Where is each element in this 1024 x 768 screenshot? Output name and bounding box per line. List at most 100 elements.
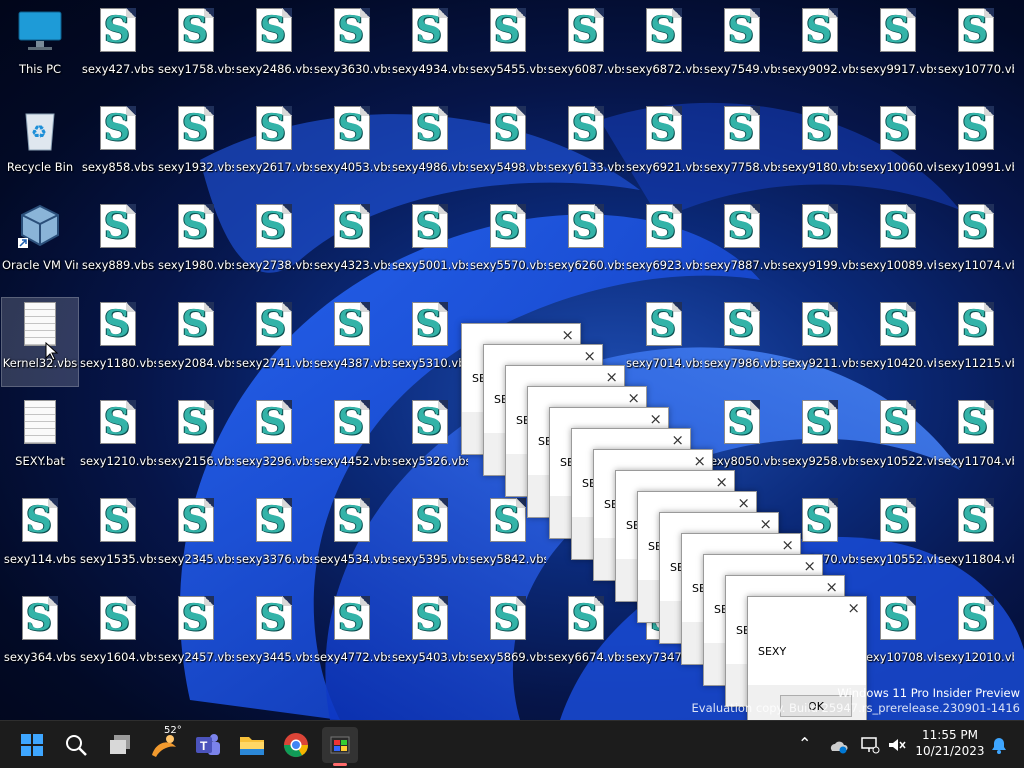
desktop-icon-sexy2156[interactable]: Ssexy2156.vbs [158, 396, 234, 484]
desktop-icon-sexy4323[interactable]: Ssexy4323.vbs [314, 200, 390, 288]
desktop-icon-sexy11704[interactable]: Ssexy11704.vbs [938, 396, 1014, 484]
desktop-icon-sexy6133[interactable]: Ssexy6133.vbs [548, 102, 624, 190]
network-icon[interactable] [860, 735, 880, 755]
desktop-icon-sexy5395[interactable]: Ssexy5395.vbs [392, 494, 468, 582]
close-icon[interactable]: × [759, 515, 772, 533]
running-app-button[interactable] [322, 727, 358, 766]
desktop-icon-sexy2486[interactable]: Ssexy2486.vbs [236, 4, 312, 92]
desktop-icon-sexy4387[interactable]: Ssexy4387.vbs [314, 298, 390, 386]
close-icon[interactable]: × [803, 557, 816, 575]
desktop-icon-sexy11074[interactable]: Ssexy11074.vbs [938, 200, 1014, 288]
desktop-icon-sexy11215[interactable]: Ssexy11215.vbs [938, 298, 1014, 386]
desktop-icon-sexy5869[interactable]: Ssexy5869.vbs [470, 592, 546, 680]
desktop-icon-sexy6872[interactable]: Ssexy6872.vbs [626, 4, 702, 92]
desktop-icon-sexy9917[interactable]: Ssexy9917.vbs [860, 4, 936, 92]
desktop-icon-sexy6923[interactable]: Ssexy6923.vbs [626, 200, 702, 288]
desktop-icon-sexy11804[interactable]: Ssexy11804.vbs [938, 494, 1014, 582]
desktop-icon-sexy2457[interactable]: Ssexy2457.vbs [158, 592, 234, 680]
close-icon[interactable]: × [605, 368, 618, 386]
close-icon[interactable]: × [847, 599, 860, 617]
desktop-icon-sexy5455[interactable]: Ssexy5455.vbs [470, 4, 546, 92]
desktop-icon-sexy7014[interactable]: Ssexy7014.vbs [626, 298, 702, 386]
close-icon[interactable]: × [649, 410, 662, 428]
desktop-icon-sexy1758[interactable]: Ssexy1758.vbs [158, 4, 234, 92]
desktop-icon-sexy1980[interactable]: Ssexy1980.vbs [158, 200, 234, 288]
desktop-icon-sexy2345[interactable]: Ssexy2345.vbs [158, 494, 234, 582]
desktop-icon-sexy9180[interactable]: Ssexy9180.vbs [782, 102, 858, 190]
desktop-icon-sexy3630[interactable]: Ssexy3630.vbs [314, 4, 390, 92]
desktop-icon-sexy5403[interactable]: Ssexy5403.vbs [392, 592, 468, 680]
desktop-icon-sexy2084[interactable]: Ssexy2084.vbs [158, 298, 234, 386]
desktop-icon-sexy-bat[interactable]: SEXY.bat [2, 396, 78, 484]
desktop-icon-sexy4934[interactable]: Ssexy4934.vbs [392, 4, 468, 92]
desktop-icon-sexy1535[interactable]: Ssexy1535.vbs [80, 494, 156, 582]
notification-bell-icon[interactable] [990, 736, 1008, 754]
search-button[interactable] [58, 727, 94, 763]
close-icon[interactable]: × [737, 494, 750, 512]
desktop-icon-sexy2741[interactable]: Ssexy2741.vbs [236, 298, 312, 386]
start-button[interactable] [14, 727, 50, 763]
desktop-icon-sexy10089[interactable]: Ssexy10089.vbs [860, 200, 936, 288]
desktop-icon-sexy9258[interactable]: Ssexy9258.vbs [782, 396, 858, 484]
task-view-button[interactable] [102, 727, 138, 763]
chrome-button[interactable] [278, 727, 314, 763]
onedrive-icon[interactable] [828, 735, 848, 755]
desktop-icon-sexy4452[interactable]: Ssexy4452.vbs [314, 396, 390, 484]
desktop-icon-sexy2617[interactable]: Ssexy2617.vbs [236, 102, 312, 190]
weather-widget[interactable]: 52° [146, 725, 182, 763]
desktop-icon-sexy4053[interactable]: Ssexy4053.vbs [314, 102, 390, 190]
desktop-icon-sexy7986[interactable]: Ssexy7986.vbs [704, 298, 780, 386]
desktop-icon-sexy10991[interactable]: Ssexy10991.vbs [938, 102, 1014, 190]
desktop-icon-sexy5570[interactable]: Ssexy5570.vbs [470, 200, 546, 288]
clock[interactable]: 11:55 PM 10/21/2023 [912, 727, 988, 759]
desktop-icon-sexy427[interactable]: Ssexy427.vbs [80, 4, 156, 92]
desktop-icon-sexy858[interactable]: Ssexy858.vbs [80, 102, 156, 190]
desktop-icon-sexy6260[interactable]: Ssexy6260.vbs [548, 200, 624, 288]
desktop-icon-sexy114-vbs[interactable]: Ssexy114.vbs [2, 494, 78, 582]
show-hidden-icons-button[interactable]: ⌃ [798, 734, 811, 753]
desktop-icon-recycle-bin[interactable]: ♻ Recycle Bin [2, 102, 78, 190]
desktop-icon-sexy5001[interactable]: Ssexy5001.vbs [392, 200, 468, 288]
desktop-icon-sexy10552[interactable]: Ssexy10552.vbs [860, 494, 936, 582]
desktop-icon-sexy4534[interactable]: Ssexy4534.vbs [314, 494, 390, 582]
teams-button[interactable]: T [190, 727, 226, 763]
desktop-icon-sexy4986[interactable]: Ssexy4986.vbs [392, 102, 468, 190]
desktop-icon-sexy1210[interactable]: Ssexy1210.vbs [80, 396, 156, 484]
desktop-icon-sexy2738[interactable]: Ssexy2738.vbs [236, 200, 312, 288]
desktop-icon-sexy364-vbs[interactable]: Ssexy364.vbs [2, 592, 78, 680]
desktop-icon-sexy5310[interactable]: Ssexy5310.vbs [392, 298, 468, 386]
desktop-icon-sexy10522[interactable]: Ssexy10522.vbs [860, 396, 936, 484]
close-icon[interactable]: × [671, 431, 684, 449]
desktop-icon-sexy9092[interactable]: Ssexy9092.vbs [782, 4, 858, 92]
close-icon[interactable]: × [583, 347, 596, 365]
desktop-icon-sexy7887[interactable]: Ssexy7887.vbs [704, 200, 780, 288]
desktop-icon-sexy9199[interactable]: Ssexy9199.vbs [782, 200, 858, 288]
desktop-icon-sexy1180[interactable]: Ssexy1180.vbs [80, 298, 156, 386]
desktop-icon-sexy5326[interactable]: Ssexy5326.vbs [392, 396, 468, 484]
desktop-icon-sexy10060[interactable]: Ssexy10060.vbs [860, 102, 936, 190]
desktop-icon-sexy5498[interactable]: Ssexy5498.vbs [470, 102, 546, 190]
desktop-icon-sexy7549[interactable]: Ssexy7549.vbs [704, 4, 780, 92]
desktop-icon-kernel32-vbs[interactable]: Kernel32.vbs [1, 297, 79, 387]
desktop-icon-sexy12010[interactable]: Ssexy12010.vbs [938, 592, 1014, 680]
desktop-icon-oracle-vm-virtualbox[interactable]: Oracle VM VirtualBox [2, 200, 78, 288]
desktop-icon-sexy6674[interactable]: Ssexy6674.vbs [548, 592, 624, 680]
desktop-icon-sexy6087[interactable]: Ssexy6087.vbs [548, 4, 624, 92]
close-icon[interactable]: × [825, 578, 838, 596]
desktop-icon-sexy6921[interactable]: Ssexy6921.vbs [626, 102, 702, 190]
close-icon[interactable]: × [715, 473, 728, 491]
volume-muted-icon[interactable] [886, 735, 906, 755]
desktop-icon-sexy1932[interactable]: Ssexy1932.vbs [158, 102, 234, 190]
desktop-icon-sexy10420[interactable]: Ssexy10420.vbs [860, 298, 936, 386]
desktop-icon-sexy1604[interactable]: Ssexy1604.vbs [80, 592, 156, 680]
desktop-icon-sexy3376[interactable]: Ssexy3376.vbs [236, 494, 312, 582]
close-icon[interactable]: × [561, 326, 574, 344]
file-explorer-button[interactable] [234, 727, 270, 763]
close-icon[interactable]: × [781, 536, 794, 554]
desktop-icon-sexy3296[interactable]: Ssexy3296.vbs [236, 396, 312, 484]
desktop-icon-sexy3445[interactable]: Ssexy3445.vbs [236, 592, 312, 680]
desktop-icon-sexy10770[interactable]: Ssexy10770.vbs [938, 4, 1014, 92]
desktop-icon-sexy889[interactable]: Ssexy889.vbs [80, 200, 156, 288]
desktop-icon-this-pc[interactable]: This PC [2, 4, 78, 92]
close-icon[interactable]: × [627, 389, 640, 407]
